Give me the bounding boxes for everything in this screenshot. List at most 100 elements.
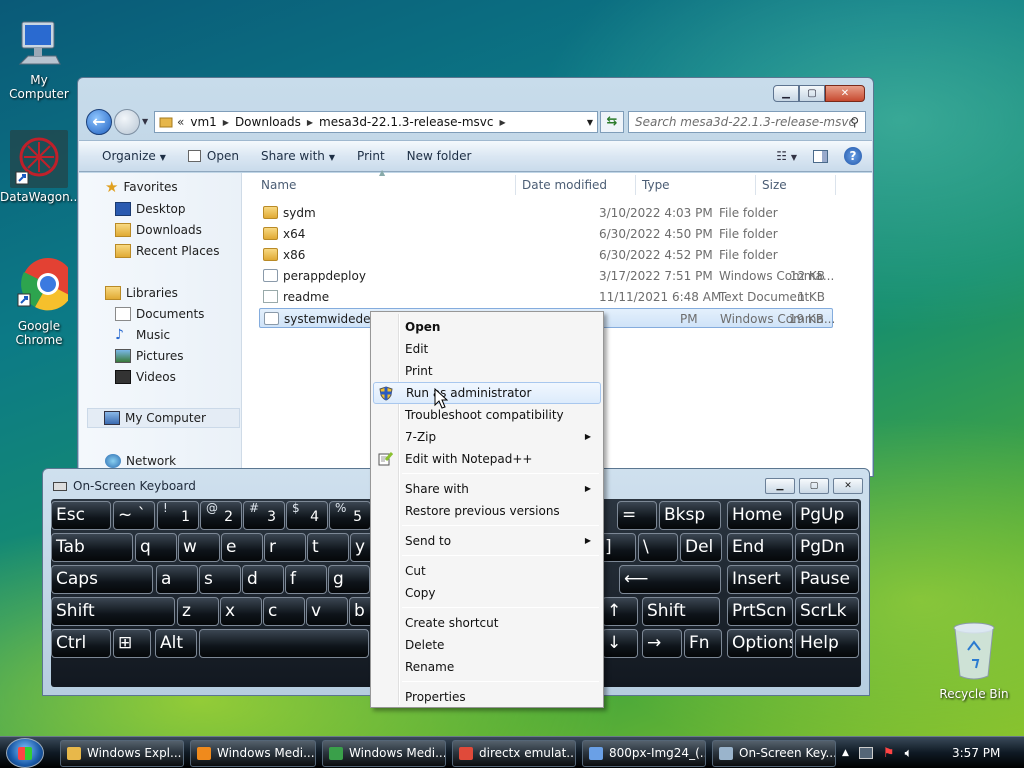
taskbar-item[interactable]: Windows Medi... [322, 740, 446, 767]
breadcrumb-arrow-icon[interactable]: ▶ [223, 118, 229, 127]
column-size[interactable]: Size [762, 178, 787, 192]
start-button[interactable] [6, 738, 44, 768]
key-symbol[interactable]: = [617, 501, 657, 530]
key-f[interactable]: f [285, 565, 327, 594]
nav-item-downloads[interactable]: Downloads [115, 220, 202, 240]
menu-item-restore-previous-versions[interactable]: Restore previous versions [373, 500, 601, 522]
key-help[interactable]: Help [795, 629, 859, 658]
key-g[interactable]: g [328, 565, 370, 594]
network-tray-icon[interactable] [858, 747, 873, 759]
osk-minimize-button[interactable]: ▁ [765, 478, 795, 494]
file-row[interactable]: x86 6/30/2022 4:52 PM File folder [259, 245, 833, 265]
column-name[interactable]: Name [261, 178, 296, 192]
file-row[interactable]: perappdeploy 3/17/2022 7:51 PM Windows Com… [259, 266, 834, 286]
taskbar-item[interactable]: directx emulat... [452, 740, 576, 767]
show-hidden-icons-icon[interactable]: ▲ [842, 748, 849, 758]
search-input[interactable]: Search mesa3d-22.1.3-release-msvc ⚲ [628, 111, 866, 133]
desktop-icon-datawagon[interactable]: DataWagon... [0, 130, 81, 204]
close-button[interactable]: ✕ [825, 85, 865, 102]
file-row[interactable]: x64 6/30/2022 4:50 PM File folder [259, 224, 833, 244]
clock[interactable]: 3:57 PM [952, 746, 1000, 760]
address-bar[interactable]: « vm1 ▶ Downloads ▶ mesa3d-22.1.3-releas… [154, 111, 598, 133]
key-symbol[interactable]: ↓ [602, 629, 638, 658]
key-d[interactable]: d [242, 565, 284, 594]
key-prtscn[interactable]: PrtScn [727, 597, 793, 626]
file-row[interactable]: readme 11/11/2021 6:48 AM Text Document 1 K… [259, 287, 833, 307]
menu-item-7-zip[interactable]: 7-Zip ▶ [373, 426, 601, 448]
menu-item-open[interactable]: Open [373, 316, 601, 338]
key-x[interactable]: x [220, 597, 262, 626]
address-dropdown-icon[interactable]: ▼ [587, 118, 593, 127]
breadcrumb-arrow-icon[interactable]: ▶ [500, 118, 506, 127]
key-insert[interactable]: Insert [727, 565, 793, 594]
help-icon[interactable]: ? [844, 147, 862, 165]
search-icon[interactable]: ⚲ [850, 112, 859, 132]
taskbar-item[interactable]: Windows Medi... [190, 740, 316, 767]
key-c[interactable]: c [263, 597, 305, 626]
key-ctrl[interactable]: Ctrl [51, 629, 111, 658]
nav-libraries[interactable]: Libraries [105, 283, 178, 303]
recent-pages-dropdown[interactable]: ▼ [142, 117, 148, 126]
breadcrumb-prefix[interactable]: « [177, 115, 184, 129]
key-symbol[interactable]: ⟵ [619, 565, 721, 594]
key-v[interactable]: v [306, 597, 348, 626]
key-end[interactable]: End [727, 533, 793, 562]
new-folder-button[interactable]: New folder [396, 149, 483, 163]
key-pgup[interactable]: PgUp [795, 501, 859, 530]
key-space[interactable] [199, 629, 369, 658]
key-symbol[interactable]: ⊞ [113, 629, 151, 658]
preview-pane-icon[interactable] [813, 149, 828, 163]
key-w[interactable]: w [178, 533, 220, 562]
breadcrumb-downloads[interactable]: Downloads [235, 115, 301, 129]
nav-item-documents[interactable]: Documents [115, 304, 204, 324]
security-alert-icon[interactable]: ⚑ [883, 746, 895, 761]
key-2[interactable]: @2 [200, 501, 242, 530]
menu-item-share-with[interactable]: Share with ▶ [373, 478, 601, 500]
osk-close-button[interactable]: ✕ [833, 478, 863, 494]
key-z[interactable]: z [177, 597, 219, 626]
breadcrumb-current-folder[interactable]: mesa3d-22.1.3-release-msvc [319, 115, 494, 129]
key-caps[interactable]: Caps [51, 565, 153, 594]
column-date-modified[interactable]: Date modified [522, 178, 607, 192]
menu-item-print[interactable]: Print [373, 360, 601, 382]
nav-my-computer[interactable]: My Computer [87, 408, 240, 428]
taskbar-item[interactable]: Windows Expl... [60, 740, 184, 767]
key-4[interactable]: $4 [286, 501, 328, 530]
key-bksp[interactable]: Bksp [659, 501, 721, 530]
menu-item-delete[interactable]: Delete [373, 634, 601, 656]
key-pgdn[interactable]: PgDn [795, 533, 859, 562]
key-tab[interactable]: Tab [51, 533, 133, 562]
key-pause[interactable]: Pause [795, 565, 859, 594]
key-t[interactable]: t [307, 533, 349, 562]
menu-item-run-as-administrator[interactable]: Run as administrator [373, 382, 601, 404]
menu-item-copy[interactable]: Copy [373, 582, 601, 604]
key-symbol[interactable]: ↑ [602, 597, 638, 626]
key-alt[interactable]: Alt [155, 629, 197, 658]
nav-item-videos[interactable]: Videos [115, 367, 176, 387]
key-options[interactable]: Options [727, 629, 793, 658]
nav-item-music[interactable]: ♪ Music [115, 325, 170, 345]
key-q[interactable]: q [135, 533, 177, 562]
menu-item-create-shortcut[interactable]: Create shortcut [373, 612, 601, 634]
menu-item-cut[interactable]: Cut [373, 560, 601, 582]
key-shift[interactable]: Shift [51, 597, 175, 626]
desktop-icon-recycle-bin[interactable]: Recycle Bin [936, 620, 1012, 701]
menu-item-rename[interactable]: Rename [373, 656, 601, 678]
taskbar-item[interactable]: 800px-Img24_(... [582, 740, 706, 767]
key-r[interactable]: r [264, 533, 306, 562]
key-del[interactable]: Del [680, 533, 722, 562]
menu-item-edit-with-notepad[interactable]: Edit with Notepad++ [373, 448, 601, 470]
key-s[interactable]: s [199, 565, 241, 594]
key-symbol[interactable]: \ [638, 533, 678, 562]
key-e[interactable]: e [221, 533, 263, 562]
open-button[interactable]: Open [177, 149, 250, 163]
share-with-button[interactable]: Share with ▼ [250, 149, 346, 163]
desktop-icon-google-chrome[interactable]: Google Chrome [0, 256, 78, 347]
key-fn[interactable]: Fn [684, 629, 722, 658]
key-symbol[interactable]: ] [600, 533, 636, 562]
key-1[interactable]: ! 1 [157, 501, 199, 530]
key-home[interactable]: Home [727, 501, 793, 530]
breadcrumb-arrow-icon[interactable]: ▶ [307, 118, 313, 127]
key-symbol[interactable]: ~ ` [113, 501, 155, 530]
nav-item-pictures[interactable]: Pictures [115, 346, 184, 366]
